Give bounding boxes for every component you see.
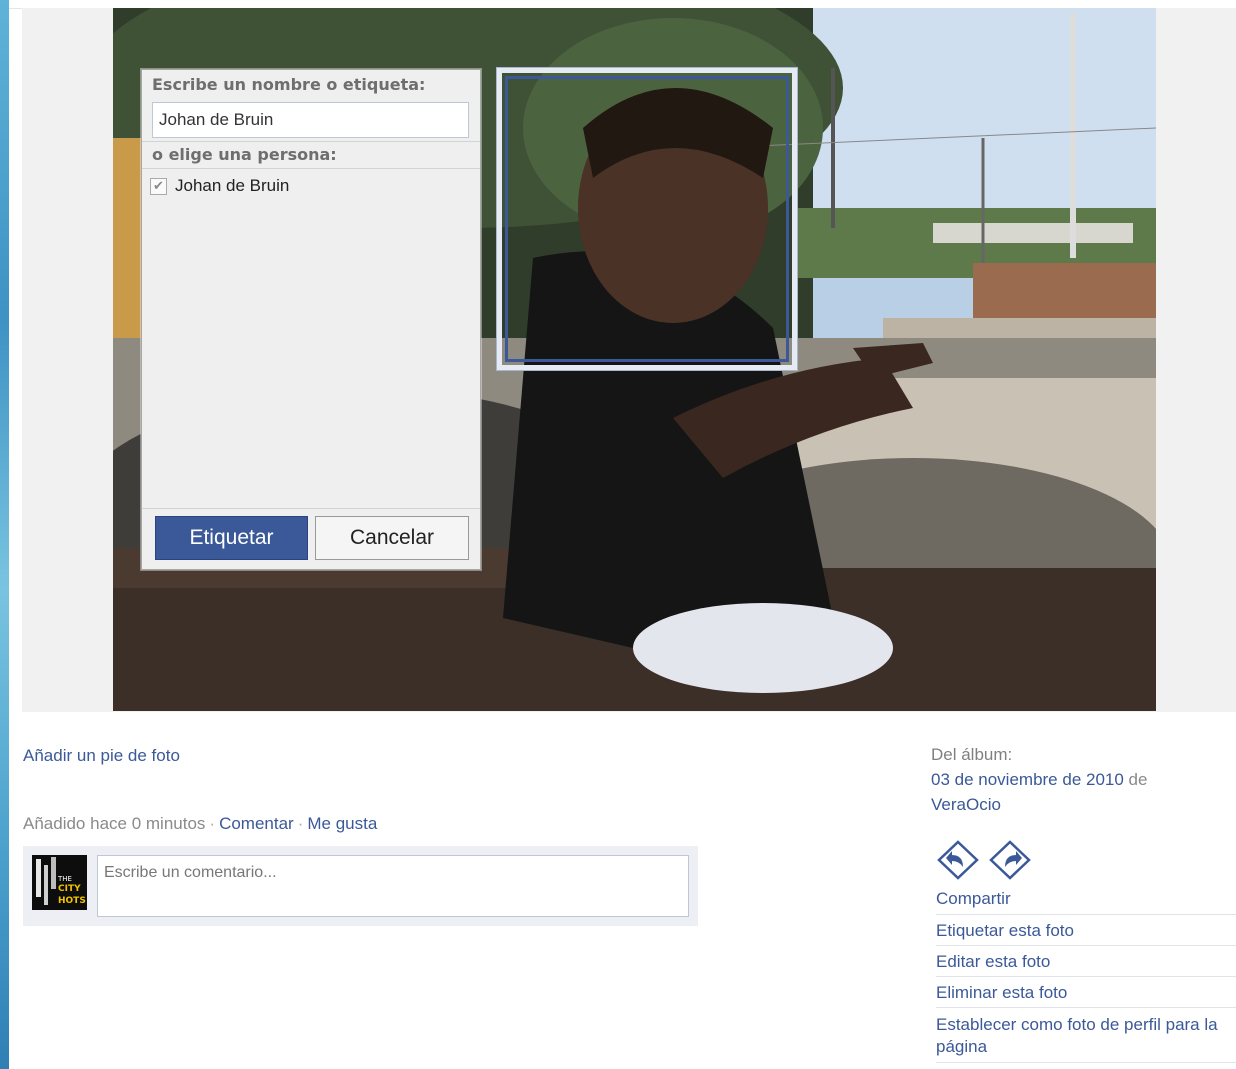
divider xyxy=(142,508,480,509)
separator: · xyxy=(297,814,304,833)
added-time: Añadido hace 0 minutos xyxy=(23,814,206,833)
cancel-button[interactable]: Cancelar xyxy=(315,516,469,560)
separator: · xyxy=(209,814,216,833)
edit-photo-link[interactable]: Editar esta foto xyxy=(936,945,1236,972)
tag-selection-frame xyxy=(505,76,789,362)
album-label: Del álbum: xyxy=(931,745,1013,764)
share-icons[interactable] xyxy=(937,840,1031,880)
comment-link[interactable]: Comentar xyxy=(219,814,294,833)
share-right-icon xyxy=(989,840,1031,880)
divider xyxy=(142,168,480,169)
avatar[interactable]: THE CITY HOTS xyxy=(32,855,87,910)
by-word: de xyxy=(1128,770,1148,789)
like-link[interactable]: Me gusta xyxy=(307,814,377,833)
person-option[interactable]: ✔ Johan de Bruin xyxy=(150,176,289,196)
comment-box: THE CITY HOTS Escribe un comentario... xyxy=(23,846,698,926)
tag-dialog: Escribe un nombre o etiqueta: o elige un… xyxy=(141,69,481,570)
tag-selection-box[interactable] xyxy=(496,67,798,371)
photo-sidebar: Del álbum: 03 de noviembre de 2010 de Ve… xyxy=(931,742,1236,1063)
avatar-text: THE xyxy=(57,875,72,883)
avatar-text: HOTS xyxy=(58,896,86,906)
divider xyxy=(142,141,480,142)
avatar-image: THE CITY HOTS xyxy=(32,855,87,910)
choose-person-heading: o elige una persona: xyxy=(152,145,337,164)
set-profile-photo-link[interactable]: Establecer como foto de perfil para la p… xyxy=(936,1007,1236,1063)
person-name: Johan de Bruin xyxy=(175,176,290,195)
checkbox[interactable]: ✔ xyxy=(150,177,167,195)
owner-link[interactable]: VeraOcio xyxy=(931,795,1001,814)
window-left-edge xyxy=(0,0,9,1069)
album-link[interactable]: 03 de noviembre de 2010 xyxy=(931,770,1124,789)
name-or-tag-heading: Escribe un nombre o etiqueta: xyxy=(152,75,426,94)
delete-photo-link[interactable]: Eliminar esta foto xyxy=(936,976,1236,1003)
add-caption-link[interactable]: Añadir un pie de foto xyxy=(23,746,180,766)
tag-name-input[interactable] xyxy=(152,102,469,138)
photo-meta: Añadido hace 0 minutos · Comentar · Me gusta xyxy=(23,814,377,834)
tag-button[interactable]: Etiquetar xyxy=(155,516,308,560)
avatar-text: CITY xyxy=(58,884,81,894)
tag-photo-link[interactable]: Etiquetar esta foto xyxy=(936,914,1236,941)
comment-input[interactable]: Escribe un comentario... xyxy=(97,855,689,917)
share-link[interactable]: Compartir xyxy=(936,889,1011,909)
share-left-icon xyxy=(937,840,979,880)
